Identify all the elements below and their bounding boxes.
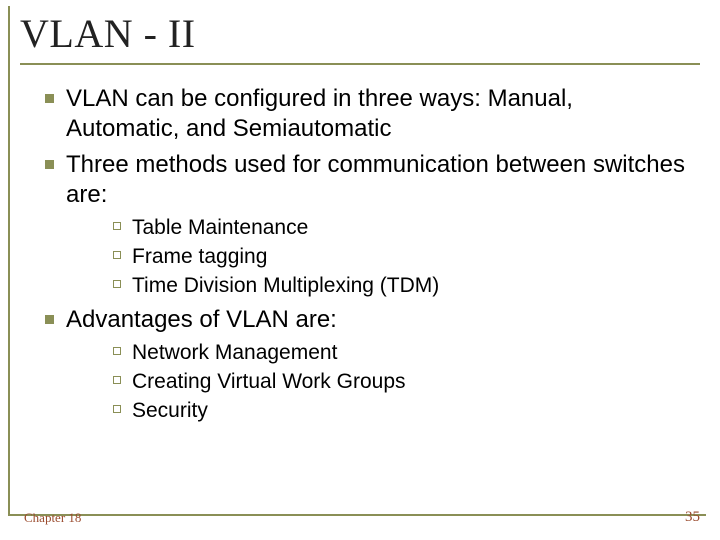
outline-square-bullet-icon <box>102 243 132 270</box>
sub-list: Table Maintenance Frame tagging Time Div… <box>102 214 690 299</box>
sub-bullet-text: Time Division Multiplexing (TDM) <box>132 272 439 299</box>
sub-bullet-item: Security <box>102 397 690 424</box>
outline-square-bullet-icon <box>102 339 132 366</box>
outline-square-bullet-icon <box>102 368 132 395</box>
sub-bullet-item: Network Management <box>102 339 690 366</box>
sub-bullet-text: Creating Virtual Work Groups <box>132 368 406 395</box>
bullet-text: Advantages of VLAN are: <box>66 305 337 335</box>
outline-square-bullet-icon <box>102 214 132 241</box>
sub-list: Network Management Creating Virtual Work… <box>102 339 690 424</box>
slide: VLAN - II VLAN can be configured in thre… <box>0 0 720 540</box>
outline-square-bullet-icon <box>102 272 132 299</box>
title-area: VLAN - II <box>20 10 700 65</box>
sub-bullet-text: Network Management <box>132 339 337 366</box>
square-bullet-icon <box>32 150 66 210</box>
sub-bullet-item: Creating Virtual Work Groups <box>102 368 690 395</box>
slide-body: VLAN can be configured in three ways: Ma… <box>32 78 690 500</box>
sub-bullet-item: Frame tagging <box>102 243 690 270</box>
bullet-text: VLAN can be configured in three ways: Ma… <box>66 84 690 144</box>
sub-bullet-item: Table Maintenance <box>102 214 690 241</box>
footer-page-number: 35 <box>685 509 700 526</box>
slide-title: VLAN - II <box>20 10 700 57</box>
bullet-item: VLAN can be configured in three ways: Ma… <box>32 84 690 144</box>
outline-square-bullet-icon <box>102 397 132 424</box>
sub-bullet-item: Time Division Multiplexing (TDM) <box>102 272 690 299</box>
footer-chapter: Chapter 18 <box>24 510 81 526</box>
sub-bullet-text: Table Maintenance <box>132 214 308 241</box>
square-bullet-icon <box>32 305 66 335</box>
square-bullet-icon <box>32 84 66 144</box>
bullet-item: Advantages of VLAN are: <box>32 305 690 335</box>
sub-bullet-text: Frame tagging <box>132 243 267 270</box>
bullet-text: Three methods used for communication bet… <box>66 150 690 210</box>
sub-bullet-text: Security <box>132 397 208 424</box>
bullet-item: Three methods used for communication bet… <box>32 150 690 210</box>
